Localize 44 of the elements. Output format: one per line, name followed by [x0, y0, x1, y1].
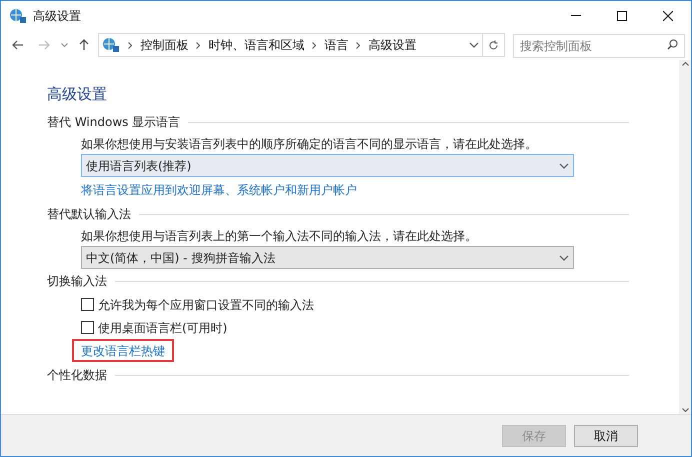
arrow-right-icon — [38, 40, 50, 50]
dropdown-icon — [468, 42, 479, 48]
link[interactable]: 将语言设置应用到欢迎屏幕、系统帐户和新用户帐户 — [81, 183, 357, 197]
footer-button[interactable]: 取消 — [574, 424, 638, 446]
chevron-right-icon — [356, 42, 360, 48]
arrow-up-icon — [79, 39, 90, 51]
section-description: 如果你想使用与语言列表上的第一个输入法不同的输入法，请在此处选择。 — [81, 228, 478, 245]
maximize-icon — [617, 10, 627, 20]
section-title: 个性化数据 — [47, 367, 107, 384]
breadcrumb[interactable]: 语言 — [324, 36, 348, 54]
chevron-right-icon — [312, 42, 316, 48]
page-heading: 高级设置 — [47, 84, 108, 104]
section-title: 替代 Windows 显示语言 — [47, 114, 180, 131]
section-description: 如果你想使用与安装语言列表中的顺序所确定的语言不同的显示语言，请在此处选择。 — [81, 136, 538, 153]
refresh-icon[interactable] — [488, 40, 499, 50]
search-icon — [666, 38, 678, 50]
chevron-down-icon — [682, 408, 688, 412]
dropdown[interactable]: 中文(简体，中国) - 搜狗拼音输入法 — [81, 246, 574, 269]
section-title: 切换输入法 — [47, 273, 107, 290]
chevron-up-icon — [682, 62, 688, 66]
close-icon — [663, 10, 673, 20]
globe-icon — [9, 8, 27, 24]
arrow-left-icon — [12, 40, 24, 50]
chevron-down-icon — [559, 162, 569, 168]
chevron-right-icon — [128, 42, 132, 48]
search-field[interactable]: 搜索控制面板 — [512, 34, 685, 58]
dropdown[interactable]: 使用语言列表(推荐) — [81, 154, 574, 177]
chevron-down-icon — [61, 43, 68, 47]
globe-icon — [102, 37, 120, 53]
checkbox[interactable] — [81, 298, 94, 311]
chevron-down-icon — [559, 254, 569, 260]
minimize-icon — [571, 15, 581, 16]
scrollbar[interactable] — [679, 60, 691, 414]
section-title: 替代默认输入法 — [47, 206, 131, 223]
breadcrumb[interactable]: 时钟、语言和区域 — [208, 36, 304, 54]
checkbox[interactable] — [81, 321, 94, 334]
link[interactable]: 更改语言栏热键 — [81, 344, 165, 358]
checkbox-label: 允许我为每个应用窗口设置不同的输入法 — [98, 296, 314, 314]
address-bar[interactable]: 控制面板 时钟、语言和区域 语言 高级设置 — [98, 33, 505, 57]
window-title: 高级设置 — [33, 8, 81, 24]
checkbox-label: 使用桌面语言栏(可用时) — [98, 320, 228, 336]
breadcrumb[interactable]: 控制面板 — [140, 36, 188, 54]
breadcrumb[interactable]: 高级设置 — [368, 36, 416, 54]
chevron-right-icon — [196, 42, 200, 48]
